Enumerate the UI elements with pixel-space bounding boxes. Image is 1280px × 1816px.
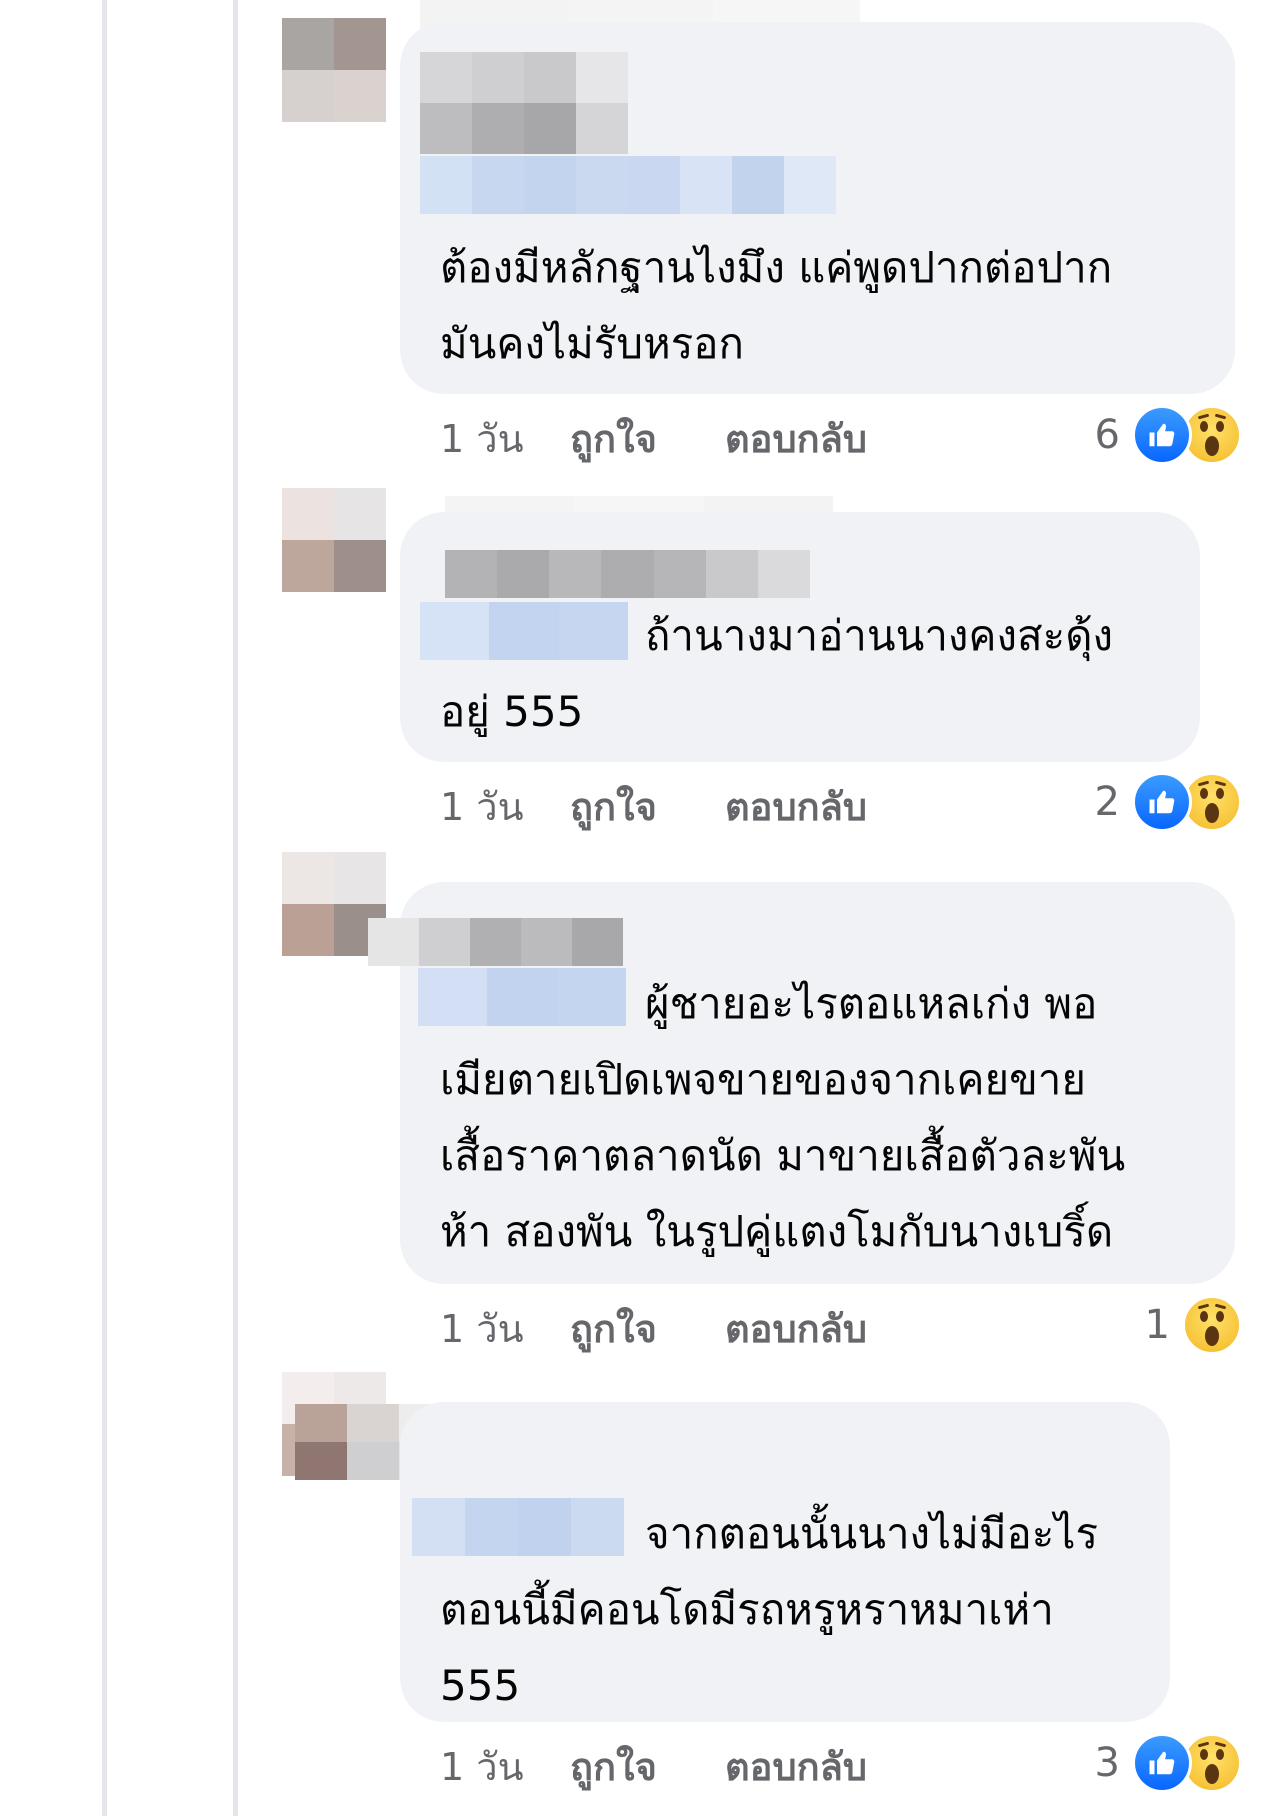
comment-timestamp[interactable]: 1 วัน [440, 776, 570, 837]
blurred-author-name[interactable] [445, 550, 810, 598]
comment-actions: 1 วัน ถูกใจ ตอบกลับ [440, 1298, 867, 1358]
reply-button[interactable]: ตอบกลับ [725, 776, 867, 837]
blurred-author-name[interactable] [368, 918, 623, 966]
reply-button[interactable]: ตอบกลับ [725, 1736, 867, 1797]
reaction-summary[interactable]: 1 [1145, 1295, 1242, 1355]
blurred-mention[interactable] [420, 156, 836, 214]
avatar[interactable] [282, 18, 386, 122]
comment-timestamp[interactable]: 1 วัน [440, 1298, 570, 1359]
reaction-count: 2 [1094, 779, 1120, 825]
blurred-mention[interactable] [420, 602, 628, 660]
reaction-count: 6 [1094, 412, 1120, 458]
blurred-mention[interactable] [418, 968, 626, 1026]
like-button[interactable]: ถูกใจ [570, 408, 725, 469]
comment-text: ถ้านางมาอ่านนางคงสะดุ้ง [645, 611, 1113, 660]
comment-text: ผู้ชายอะไรตอแหลเก่ง พอ [645, 979, 1098, 1028]
like-reaction-icon [1132, 772, 1192, 832]
thread-line [102, 0, 107, 1816]
avatar[interactable] [282, 488, 386, 592]
wow-reaction-icon [1182, 1295, 1242, 1355]
like-button[interactable]: ถูกใจ [570, 1736, 725, 1797]
comment-actions: 1 วัน ถูกใจ ตอบกลับ [440, 408, 867, 468]
comment-actions: 1 วัน ถูกใจ ตอบกลับ [440, 776, 867, 836]
comment-text: 555 [440, 1661, 521, 1710]
comment-timestamp[interactable]: 1 วัน [440, 1736, 570, 1797]
reply-thread-line [233, 0, 238, 1816]
comment-text: เสื้อราคาตลาดนัด มาขายเสื้อตัวละพัน [440, 1131, 1126, 1180]
comment-text: เมียตายเปิดเพจขายของจากเคยขาย [440, 1055, 1086, 1104]
comment-text: มันคงไม่รับหรอก [440, 319, 744, 368]
blurred-author-name[interactable] [420, 52, 628, 154]
reply-button[interactable]: ตอบกลับ [725, 408, 867, 469]
comment-text: จากตอนนั้นนางไม่มีอะไร [645, 1509, 1099, 1558]
comment-text: ต้องมีหลักฐานไงมึง แค่พูดปากต่อปาก [440, 243, 1113, 292]
like-reaction-icon [1132, 405, 1192, 465]
reaction-summary[interactable]: 3 [1095, 1733, 1242, 1793]
like-button[interactable]: ถูกใจ [570, 776, 725, 837]
comment-timestamp[interactable]: 1 วัน [440, 408, 570, 469]
comment-text: ห้า สองพัน ในรูปคู่แตงโมกับนางเบริ์ด [440, 1207, 1114, 1256]
comment-text: ตอนนี้มีคอนโดมีรถหรูหราหมาเห่า [440, 1585, 1054, 1634]
reaction-count: 1 [1144, 1302, 1170, 1348]
reply-button[interactable]: ตอบกลับ [725, 1298, 867, 1359]
like-reaction-icon [1132, 1733, 1192, 1793]
reaction-summary[interactable]: 6 [1095, 405, 1242, 465]
blurred-mention[interactable] [412, 1498, 624, 1556]
reaction-count: 3 [1094, 1740, 1120, 1786]
reaction-summary[interactable]: 2 [1095, 772, 1242, 832]
comment-actions: 1 วัน ถูกใจ ตอบกลับ [440, 1736, 867, 1796]
like-button[interactable]: ถูกใจ [570, 1298, 725, 1359]
comment-text: อยู่ 555 [440, 687, 584, 736]
